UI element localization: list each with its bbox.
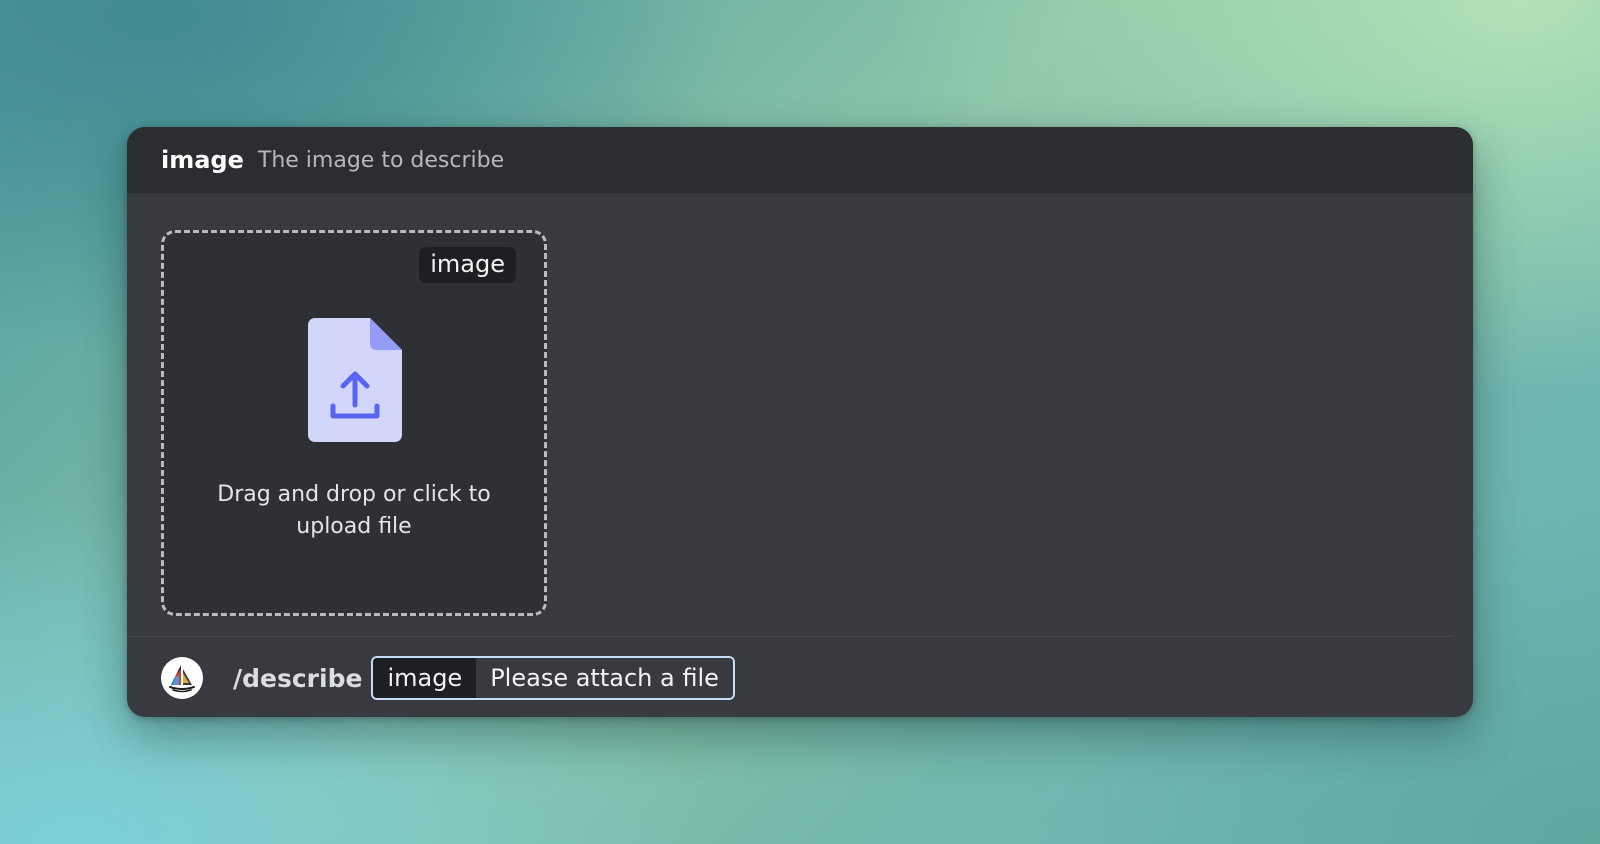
command-input-bar: /describe image Please attach a file [161, 654, 735, 702]
sailboat-logo-icon [161, 657, 203, 699]
option-header: image The image to describe [127, 127, 1473, 193]
option-description: The image to describe [257, 147, 505, 173]
command-name: /describe [233, 663, 363, 693]
divider [127, 636, 1453, 637]
option-name: image [161, 146, 244, 174]
parameter-value-placeholder: Please attach a file [476, 658, 733, 698]
image-parameter-field[interactable]: image Please attach a file [371, 656, 735, 700]
command-option-panel: image The image to describe image Drag a… [127, 127, 1473, 717]
file-upload-dropzone[interactable]: image Drag and drop or click to upload f… [161, 230, 547, 616]
parameter-key: image [373, 658, 477, 698]
upload-prompt-text: Drag and drop or click to upload file [217, 482, 491, 539]
file-upload-icon [308, 318, 402, 442]
dropzone-option-tag: image [419, 247, 516, 283]
